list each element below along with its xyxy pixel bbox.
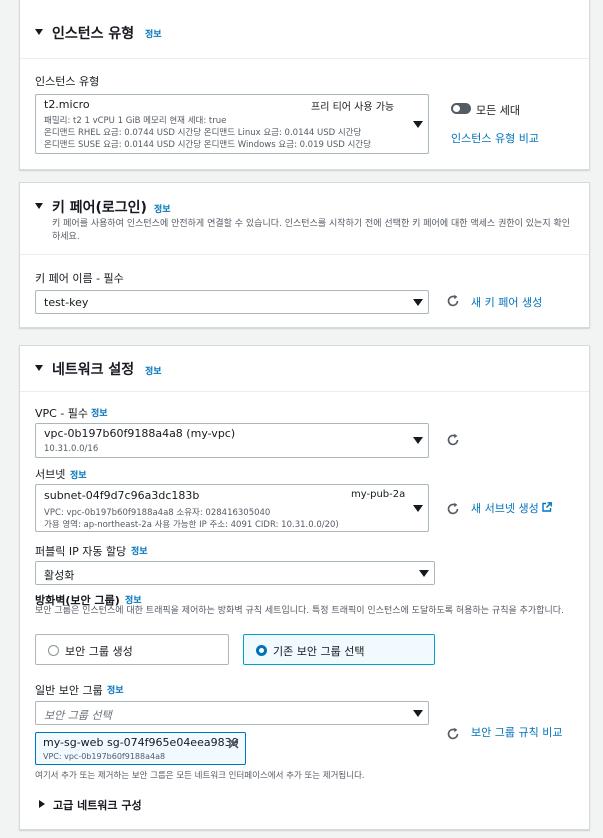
field-label: 키 페어 이름 - 필수	[35, 272, 124, 285]
create-security-group-option[interactable]: 보안 그룹 생성	[35, 634, 229, 665]
all-generations-toggle[interactable]	[451, 103, 471, 114]
chevron-down-icon	[413, 121, 423, 128]
info-link[interactable]: 정보	[154, 202, 171, 215]
network-header[interactable]: 네트워크 설정 정보	[20, 346, 589, 392]
external-link-icon[interactable]	[542, 502, 552, 512]
selected-value: subnet-04f9d7c96a3dc183b	[44, 489, 200, 502]
field-label: 인스턴스 유형	[35, 75, 100, 88]
compare-sg-rules-link[interactable]: 보안 그룹 규칙 비교	[471, 724, 562, 740]
token-name: my-sg-web	[43, 736, 104, 749]
subnet-name: my-pub-2a	[351, 489, 406, 500]
refresh-icon[interactable]	[446, 502, 460, 516]
close-icon[interactable]	[228, 738, 239, 749]
chevron-down-icon	[413, 710, 423, 717]
token-vpc: VPC: vpc-0b197b60f9188a4a8	[43, 752, 166, 761]
toggle-knob	[453, 105, 460, 112]
chevron-down-icon	[413, 437, 423, 444]
subnet-details: VPC: vpc-0b197b60f9188a4a8 소유자: 02841630…	[44, 508, 271, 518]
instance-type-select[interactable]: t2.micro 프리 티어 사용 가능 패밀리: t2 1 vCPU 1 Gi…	[35, 94, 429, 154]
subnet-select[interactable]: subnet-04f9d7c96a3dc183b my-pub-2a VPC: …	[35, 484, 429, 532]
vpc-info-link[interactable]: 정보	[91, 406, 108, 419]
section-title: 키 페어(로그인)	[52, 200, 147, 216]
details-line: 온디맨드 RHEL 요금: 0.0744 USD 시간당 온디맨드 Linux …	[44, 128, 362, 138]
free-tier-label: 프리 티어 사용 가능	[311, 102, 395, 113]
section-description: 키 페어를 사용하여 인스턴스에 안전하게 연결할 수 있습니다. 인스턴스를 …	[52, 219, 571, 242]
selected-value: t2.micro	[44, 98, 90, 111]
section-title: 인스턴스 유형	[52, 26, 135, 42]
subnet-label: 서브넷	[35, 468, 66, 481]
vpc-label: VPC - 필수	[35, 407, 89, 420]
expand-icon	[39, 800, 45, 808]
public-ip-info-link[interactable]: 정보	[131, 544, 148, 557]
firewall-description: 보안 그룹은 인스턴스에 대한 트래픽을 제어하는 방화벽 규칙 세트입니다. …	[35, 606, 564, 616]
collapse-icon[interactable]	[35, 203, 43, 209]
create-subnet-link[interactable]: 새 서브넷 생성	[471, 500, 539, 516]
refresh-icon[interactable]	[446, 727, 460, 741]
selected-value: vpc-0b197b60f9188a4a8 (my-vpc)	[44, 427, 236, 440]
advanced-label: 고급 네트워크 구성	[53, 799, 142, 812]
vpc-cidr: 10.31.0.0/16	[44, 444, 99, 454]
public-ip-select[interactable]: 활성화	[35, 561, 435, 585]
all-generations-label: 모든 세대	[476, 104, 520, 117]
subnet-info-link[interactable]: 정보	[70, 468, 87, 481]
key-pair-select[interactable]: test-key	[35, 290, 429, 314]
public-ip-label: 퍼블릭 IP 자동 할당	[35, 545, 127, 558]
key-pair-header[interactable]: 키 페어(로그인) 정보 키 페어를 사용하여 인스턴스에 안전하게 연결할 수…	[20, 183, 589, 255]
advanced-network-toggle[interactable]: 고급 네트워크 구성	[35, 796, 235, 812]
vpc-select[interactable]: vpc-0b197b60f9188a4a8 (my-vpc) 10.31.0.0…	[35, 423, 429, 458]
common-sg-info-link[interactable]: 정보	[107, 683, 124, 696]
token-id: sg-074f965e04eea9839	[107, 736, 239, 749]
key-pair-panel: 키 페어(로그인) 정보 키 페어를 사용하여 인스턴스에 안전하게 연결할 수…	[19, 182, 590, 328]
refresh-icon[interactable]	[446, 433, 460, 447]
chevron-down-icon	[413, 299, 423, 306]
security-group-select[interactable]: 보안 그룹 선택	[35, 701, 429, 725]
radio-unselected[interactable]	[48, 645, 59, 656]
create-key-pair-link[interactable]: 새 키 페어 생성	[471, 294, 542, 310]
radio-selected[interactable]	[256, 645, 267, 656]
chevron-down-icon	[413, 505, 423, 512]
selected-value: 활성화	[44, 569, 75, 582]
selected-value: test-key	[44, 296, 89, 309]
subnet-details: 가용 영역: ap-northeast-2a 사용 가능한 IP 주소: 409…	[44, 520, 339, 530]
option-label: 보안 그룹 생성	[65, 645, 133, 658]
existing-security-group-option[interactable]: 기존 보안 그룹 선택	[243, 634, 435, 665]
info-link[interactable]: 정보	[145, 364, 162, 377]
instance-type-panel: 인스턴스 유형 정보 인스턴스 유형 t2.micro 프리 티어 사용 가능 …	[19, 0, 590, 170]
option-label: 기존 보안 그룹 선택	[273, 645, 365, 658]
refresh-icon[interactable]	[446, 294, 460, 308]
network-settings-panel: 네트워크 설정 정보 VPC - 필수 정보 vpc-0b197b60f9188…	[19, 345, 590, 830]
collapse-icon[interactable]	[35, 29, 43, 35]
security-group-token: my-sg-web sg-074f965e04eea9839 VPC: vpc-…	[35, 732, 246, 765]
details-line: 온디맨드 SUSE 요금: 0.0144 USD 시간당 온디맨드 Window…	[44, 140, 371, 150]
chevron-down-icon	[419, 570, 429, 577]
common-sg-label: 일반 보안 그룹	[35, 684, 103, 697]
info-link[interactable]: 정보	[145, 27, 162, 40]
instance-type-header[interactable]: 인스턴스 유형 정보	[20, 0, 589, 59]
placeholder: 보안 그룹 선택	[44, 709, 112, 722]
details-line: 패밀리: t2 1 vCPU 1 GiB 메모리 현재 세대: true	[44, 116, 227, 126]
collapse-icon[interactable]	[35, 365, 43, 371]
compare-instance-types-link[interactable]: 인스턴스 유형 비교	[451, 130, 539, 146]
sg-note: 여기서 추가 또는 제거하는 보안 그룹은 모든 네트워크 인터페이스에서 추가…	[35, 771, 365, 781]
section-title: 네트워크 설정	[52, 362, 135, 378]
